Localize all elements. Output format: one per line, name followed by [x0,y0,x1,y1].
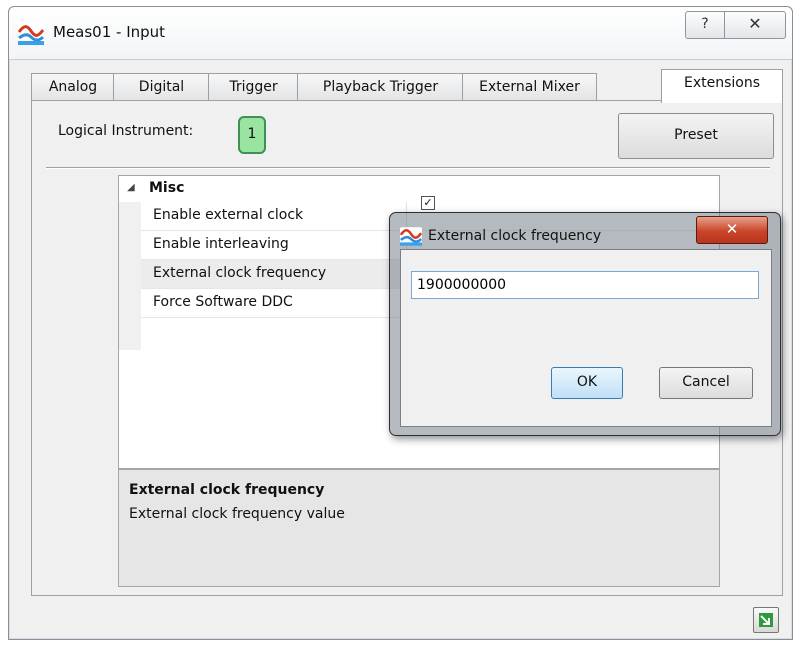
tab-external-mixer[interactable]: External Mixer [462,73,597,102]
help-button[interactable]: ? [685,11,725,39]
cancel-button[interactable]: Cancel [659,367,753,399]
tab-playback-trigger[interactable]: Playback Trigger [297,73,464,102]
property-name: External clock frequency [153,265,327,281]
checkbox[interactable]: ✓ [421,196,435,210]
export-arrow-icon [759,613,773,627]
divider [46,167,770,169]
help-description: External clock frequency value [129,506,345,522]
frequency-input[interactable] [411,271,759,299]
property-name: Enable external clock [153,207,304,223]
waveform-app-icon [18,23,44,45]
tab-digital[interactable]: Digital [113,73,210,102]
ok-button[interactable]: OK [551,367,623,399]
preset-button[interactable]: Preset [618,113,774,159]
export-button[interactable] [753,607,779,633]
title-bar: Meas01 - Input ? ✕ [9,7,792,60]
property-name: Enable interleaving [153,236,289,252]
logical-instrument-badge[interactable]: 1 [238,116,266,154]
waveform-app-icon [400,227,422,246]
help-title: External clock frequency [129,482,325,498]
category-row[interactable]: ◢ Misc [119,176,719,202]
tab-extensions[interactable]: Extensions [661,69,783,103]
tab-analog[interactable]: Analog [31,73,115,102]
collapse-triangle-icon[interactable]: ◢ [127,182,135,193]
dialog-close-button[interactable]: ✕ [696,216,768,244]
clock-frequency-dialog: External clock frequency ✕ OK Cancel [389,212,781,436]
property-name: Force Software DDC [153,294,293,310]
close-button[interactable]: ✕ [724,11,786,39]
dialog-body: OK Cancel [400,249,772,427]
help-panel: External clock frequency External clock … [118,469,720,587]
tab-trigger[interactable]: Trigger [208,73,299,102]
category-label: Misc [149,180,185,196]
logical-instrument-label: Logical Instrument: [58,123,194,139]
window-title: Meas01 - Input [53,23,166,41]
dialog-title: External clock frequency [428,228,602,244]
grid-gutter [119,202,141,350]
